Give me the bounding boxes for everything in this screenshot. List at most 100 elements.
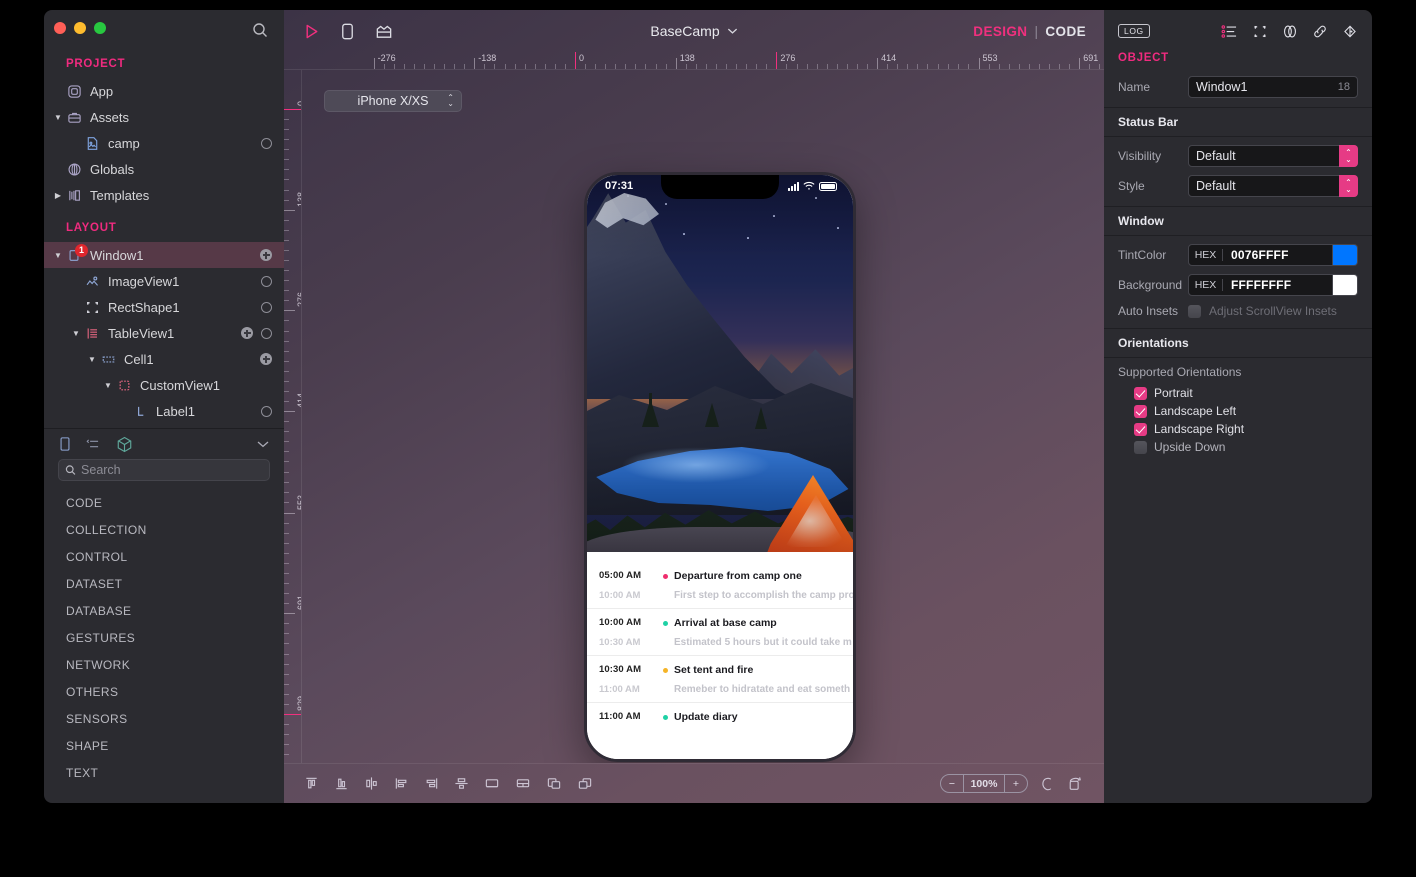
align-horizontal-center-icon[interactable] <box>454 776 469 791</box>
tree-item-globals[interactable]: Globals <box>44 156 284 182</box>
close-button[interactable] <box>54 22 66 34</box>
search-icon[interactable] <box>252 22 268 38</box>
pan-icon[interactable] <box>1040 776 1055 792</box>
distribute-icon[interactable] <box>484 776 500 791</box>
appearance-icon[interactable] <box>1282 24 1298 39</box>
tree-item-cell1[interactable]: ▼ Cell1 <box>44 346 284 372</box>
list-item[interactable]: 05:00 AM 10:00 AM Departure from camp on… <box>587 562 853 609</box>
add-child-button[interactable] <box>241 327 253 339</box>
tree-item-customview1[interactable]: ▼ CustomView1 <box>44 372 284 398</box>
auto-insets-control[interactable]: Adjust ScrollView Insets <box>1188 304 1358 318</box>
properties-list-icon[interactable] <box>1221 24 1238 39</box>
style-select[interactable]: Default ⌃ ⌄ <box>1188 175 1358 197</box>
tree-item-tableview1[interactable]: ▼ TableView1 <box>44 320 284 346</box>
tab-design[interactable]: DESIGN <box>973 24 1027 39</box>
tab-code[interactable]: CODE <box>1045 24 1086 39</box>
category-control[interactable]: CONTROL <box>44 543 284 570</box>
zoom-stepper[interactable]: − 100% + <box>940 774 1028 793</box>
stepper-icon[interactable]: ⌃ ⌄ <box>1339 175 1358 197</box>
design-stage[interactable]: iPhone X/XS ⌃ ⌄ 07:31 05:00 AM 10:00 AM … <box>302 70 1104 763</box>
category-collection[interactable]: COLLECTION <box>44 516 284 543</box>
device-preview[interactable]: 07:31 05:00 AM 10:00 AM Departure from c… <box>584 172 856 762</box>
add-child-button[interactable] <box>260 249 272 261</box>
tree-item-imageview1[interactable]: ImageView1 <box>44 268 284 294</box>
visibility-toggle[interactable] <box>261 327 272 339</box>
align-right-icon[interactable] <box>424 776 439 791</box>
events-icon[interactable] <box>1342 24 1358 39</box>
device-panel-icon[interactable] <box>58 436 72 452</box>
log-button[interactable]: LOG <box>1118 24 1150 38</box>
zoom-out-button[interactable]: − <box>941 775 963 792</box>
category-database[interactable]: DATABASE <box>44 597 284 624</box>
cube-panel-icon[interactable] <box>116 436 133 453</box>
device-selector[interactable]: iPhone X/XS ⌃ ⌄ <box>324 90 462 112</box>
tree-item-label1[interactable]: Label1 <box>44 398 284 424</box>
horizontal-ruler[interactable]: -276 -138 0 138 276 414 553 691 <box>284 52 1104 70</box>
list-item[interactable]: 10:30 AM 11:00 AM Set tent and fire Reme… <box>587 656 853 703</box>
visibility-toggle[interactable] <box>261 301 272 313</box>
link-icon[interactable] <box>1312 24 1328 39</box>
list-item[interactable]: 10:00 AM 10:30 AM Arrival at base camp E… <box>587 609 853 656</box>
visibility-toggle[interactable] <box>261 137 272 149</box>
window-controls[interactable] <box>54 22 106 34</box>
category-gestures[interactable]: GESTURES <box>44 624 284 651</box>
category-shape[interactable]: SHAPE <box>44 732 284 759</box>
align-top-icon[interactable] <box>304 776 319 791</box>
run-icon[interactable] <box>302 22 321 41</box>
upside-down-checkbox[interactable] <box>1134 440 1147 454</box>
align-vertical-center-icon[interactable] <box>364 776 379 791</box>
visibility-toggle[interactable] <box>261 405 272 417</box>
orientation-landscape-left[interactable]: Landscape Left <box>1104 402 1372 420</box>
disclosure-triangle-right[interactable]: ▶ <box>52 191 64 200</box>
disclosure-triangle-down[interactable]: ▼ <box>86 355 98 364</box>
category-dataset[interactable]: DATASET <box>44 570 284 597</box>
stepper-icon[interactable]: ⌃ ⌄ <box>447 94 454 108</box>
library-search-box[interactable] <box>58 459 270 481</box>
category-text[interactable]: TEXT <box>44 759 284 786</box>
tree-item-templates[interactable]: ▶ Templates <box>44 182 284 208</box>
auto-insets-checkbox[interactable] <box>1188 304 1201 318</box>
portrait-checkbox[interactable] <box>1134 386 1147 400</box>
layout-icon[interactable] <box>374 22 394 41</box>
disclosure-triangle-down[interactable]: ▼ <box>52 113 64 122</box>
orientation-upside-down[interactable]: Upside Down <box>1104 438 1372 456</box>
name-field[interactable]: Window1 18 <box>1188 76 1358 98</box>
tree-item-assets[interactable]: ▼ Assets <box>44 104 284 130</box>
bring-forward-icon[interactable] <box>546 776 562 791</box>
stepper-icon[interactable]: ⌃ ⌄ <box>1339 145 1358 167</box>
timeline-list[interactable]: 05:00 AM 10:00 AM Departure from camp on… <box>587 552 853 759</box>
list-item[interactable]: 11:00 AM Update diary <box>587 703 853 730</box>
category-sensors[interactable]: SENSORS <box>44 705 284 732</box>
rotate-icon[interactable] <box>1067 776 1084 792</box>
tree-item-rectshape1[interactable]: RectShape1 <box>44 294 284 320</box>
tree-item-window1[interactable]: ▼ 1 Window1 <box>44 242 284 268</box>
visibility-toggle[interactable] <box>261 275 272 287</box>
maximize-button[interactable] <box>94 22 106 34</box>
minimize-button[interactable] <box>74 22 86 34</box>
disclosure-triangle-down[interactable]: ▼ <box>102 381 114 390</box>
background-hexbox[interactable]: HEX FFFFFFFF <box>1188 274 1333 296</box>
list-panel-icon[interactable] <box>86 436 102 452</box>
visibility-select[interactable]: Default ⌃ ⌄ <box>1188 145 1358 167</box>
chevron-down-icon[interactable] <box>727 27 738 35</box>
category-others[interactable]: OTHERS <box>44 678 284 705</box>
landscape-left-checkbox[interactable] <box>1134 404 1147 418</box>
orientation-landscape-right[interactable]: Landscape Right <box>1104 420 1372 438</box>
group-icon[interactable] <box>515 776 531 791</box>
frame-icon[interactable] <box>1252 24 1268 39</box>
search-input[interactable] <box>81 463 263 477</box>
chevron-down-icon[interactable] <box>256 439 270 449</box>
add-child-button[interactable] <box>260 353 272 365</box>
align-bottom-icon[interactable] <box>334 776 349 791</box>
background-field[interactable]: HEX FFFFFFFF <box>1188 274 1358 296</box>
orientation-portrait[interactable]: Portrait <box>1104 384 1372 402</box>
tintcolor-swatch[interactable] <box>1333 244 1358 266</box>
background-swatch[interactable] <box>1333 274 1358 296</box>
tree-item-camp[interactable]: camp <box>44 130 284 156</box>
tintcolor-field[interactable]: HEX 0076FFFF <box>1188 244 1358 266</box>
tree-item-app[interactable]: App <box>44 78 284 104</box>
align-left-icon[interactable] <box>394 776 409 791</box>
landscape-right-checkbox[interactable] <box>1134 422 1147 436</box>
tintcolor-hexbox[interactable]: HEX 0076FFFF <box>1188 244 1333 266</box>
vertical-ruler[interactable]: 0138276414553691829 <box>284 70 302 763</box>
